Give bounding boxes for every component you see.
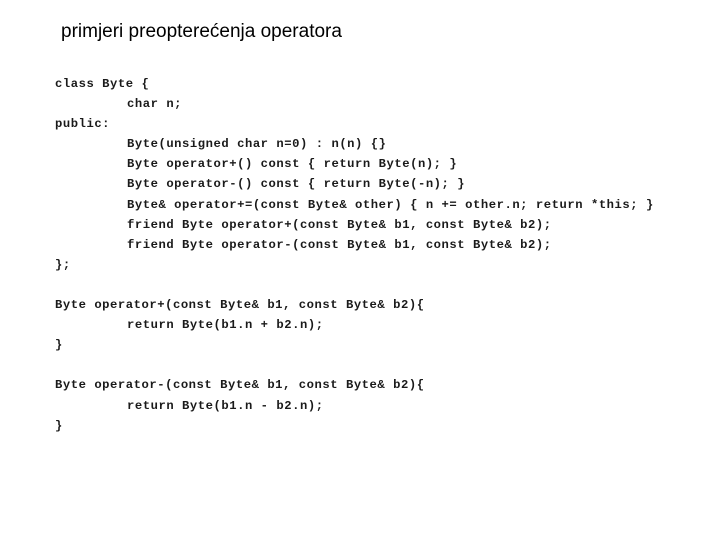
code-line-member-n: char n; xyxy=(127,97,183,112)
code-line-minus-end: } xyxy=(55,418,63,433)
code-line-constructor: Byte(unsigned char n=0) : n(n) {} xyxy=(127,137,387,152)
slide-title: primjeri preopterećenja operatora xyxy=(61,21,342,42)
code-line-class-decl: class Byte { xyxy=(55,77,150,91)
code-line-public: public: xyxy=(55,117,111,132)
class-byte-definition: class Byte { char n; public: Byte(unsign… xyxy=(55,74,654,275)
code-line-plus-end: } xyxy=(55,338,63,353)
binary-plus-definition: Byte operator+(const Byte& b1, const Byt… xyxy=(55,295,654,355)
code-line-unary-plus: Byte operator+() const { return Byte(n);… xyxy=(127,157,458,172)
code-line-plus-return: return Byte(b1.n + b2.n); xyxy=(127,318,324,333)
code-line-plus-signature: Byte operator+(const Byte& b1, const Byt… xyxy=(55,298,425,313)
code-line-unary-minus: Byte operator-() const { return Byte(-n)… xyxy=(127,177,466,192)
code-line-plus-assign: Byte& operator+=(const Byte& other) { n … xyxy=(127,197,654,212)
binary-minus-definition: Byte operator-(const Byte& b1, const Byt… xyxy=(55,375,654,435)
code-line-class-end: }; xyxy=(55,257,71,272)
code-listing: class Byte { char n; public: Byte(unsign… xyxy=(55,74,654,436)
code-line-minus-signature: Byte operator-(const Byte& b1, const Byt… xyxy=(55,378,425,393)
code-line-friend-plus: friend Byte operator+(const Byte& b1, co… xyxy=(127,217,552,232)
code-line-friend-minus: friend Byte operator-(const Byte& b1, co… xyxy=(127,237,552,252)
code-line-minus-return: return Byte(b1.n - b2.n); xyxy=(127,398,324,413)
